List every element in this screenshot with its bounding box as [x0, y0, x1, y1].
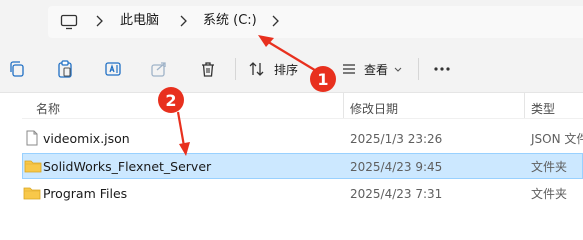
more-options-button[interactable]: [429, 56, 455, 82]
share-icon: [151, 62, 166, 77]
chevron-down-icon[interactable]: [394, 67, 402, 73]
sort-label[interactable]: 排序: [274, 62, 298, 78]
header-divider: [22, 118, 583, 119]
folder-icon: [24, 160, 42, 173]
column-header-modified[interactable]: 修改日期: [350, 100, 398, 117]
clipboard-icon: [58, 60, 72, 78]
file-type: JSON 文件: [531, 132, 583, 146]
file-list: 名称 修改日期 类型 videomix.json 2025/1/3 23:26 …: [0, 93, 583, 207]
command-bar: 排序 查看: [0, 46, 583, 93]
file-modified: 2025/1/3 23:26: [350, 132, 443, 146]
breadcrumb-item-this-pc[interactable]: 此电脑: [120, 12, 159, 30]
sort-button[interactable]: [244, 56, 270, 82]
table-row-selected[interactable]: SolidWorks_Flexnet_Server 2025/4/23 9:45…: [22, 153, 583, 179]
chevron-right-icon[interactable]: [94, 14, 104, 28]
column-header-name[interactable]: 名称: [36, 100, 60, 117]
address-bar: 此电脑 系统 (C:): [0, 0, 583, 46]
paste-button[interactable]: [52, 56, 78, 82]
delete-button[interactable]: [195, 56, 221, 82]
annotation-badge-2: 2: [158, 87, 184, 113]
toolbar-divider: [418, 58, 419, 80]
chevron-right-icon[interactable]: [178, 14, 188, 28]
file-name: SolidWorks_Flexnet_Server: [43, 159, 212, 174]
file-name: Program Files: [43, 186, 128, 201]
column-header-type[interactable]: 类型: [531, 100, 555, 117]
rename-icon: [105, 62, 121, 76]
copy-button[interactable]: [4, 56, 30, 82]
table-row[interactable]: videomix.json 2025/1/3 23:26 JSON 文件: [22, 126, 583, 152]
column-divider[interactable]: [343, 93, 344, 118]
file-type: 文件夹: [531, 187, 568, 201]
view-button[interactable]: [336, 56, 362, 82]
chevron-right-icon[interactable]: [270, 14, 280, 28]
table-row[interactable]: Program Files 2025/4/23 7:31 文件夹: [22, 181, 583, 207]
view-list-icon: [343, 64, 355, 74]
computer-icon[interactable]: [60, 14, 78, 30]
file-type: 文件夹: [531, 160, 568, 174]
copy-icon: [10, 61, 24, 77]
trash-icon: [202, 62, 214, 77]
toolbar-divider: [235, 58, 236, 80]
sort-icon: [249, 62, 264, 76]
file-name: videomix.json: [43, 131, 130, 146]
view-label[interactable]: 查看: [364, 62, 388, 78]
json-file-icon: [26, 130, 38, 146]
more-icon: [434, 67, 450, 71]
file-modified: 2025/4/23 7:31: [350, 187, 443, 201]
breadcrumb-item-drive-c[interactable]: 系统 (C:): [203, 12, 257, 30]
share-button[interactable]: [146, 56, 172, 82]
rename-button[interactable]: [100, 56, 126, 82]
column-divider[interactable]: [524, 93, 525, 118]
file-modified: 2025/4/23 9:45: [350, 160, 443, 174]
folder-icon: [23, 187, 41, 200]
annotation-badge-1: 1: [310, 66, 336, 92]
